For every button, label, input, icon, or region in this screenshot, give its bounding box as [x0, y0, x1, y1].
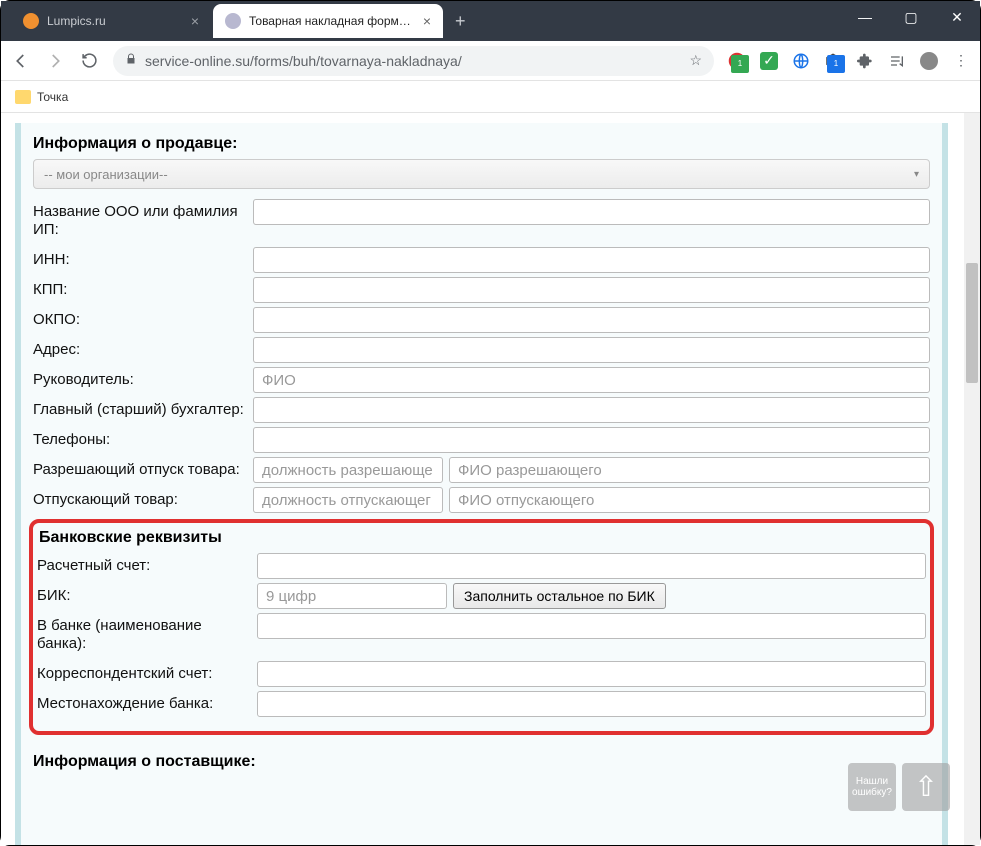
phones-label: Телефоны: — [33, 427, 253, 453]
window-minimize[interactable]: — — [842, 1, 888, 33]
inn-label: ИНН: — [33, 247, 253, 273]
releaser-pos-input[interactable] — [253, 487, 443, 513]
reading-list-icon[interactable] — [888, 52, 906, 70]
profile-avatar[interactable] — [920, 52, 938, 70]
name-input[interactable] — [253, 199, 930, 225]
scroll-thumb[interactable] — [966, 263, 978, 383]
tab-lumpics[interactable]: Lumpics.ru × — [11, 4, 211, 38]
ext-adblock-icon[interactable]: 1 — [728, 52, 746, 70]
window-close[interactable]: ✕ — [934, 1, 980, 33]
bank-name-label: В банке (наименование банка): — [37, 613, 257, 657]
url-bar[interactable]: service-online.su/forms/buh/tovarnaya-na… — [113, 46, 714, 76]
seller-heading: Информация о продавце: — [33, 135, 930, 153]
address-input[interactable] — [253, 337, 930, 363]
back-button[interactable] — [11, 51, 31, 71]
found-error-button[interactable]: Нашли ошибку? — [848, 763, 896, 811]
okpo-label: ОКПО: — [33, 307, 253, 333]
reload-button[interactable] — [79, 51, 99, 71]
chief-acc-input[interactable] — [253, 397, 930, 423]
inn-input[interactable] — [253, 247, 930, 273]
address-label: Адрес: — [33, 337, 253, 363]
head-label: Руководитель: — [33, 367, 253, 393]
tab-service-online[interactable]: Товарная накладная форма № × — [213, 4, 443, 38]
scrollbar[interactable] — [964, 113, 980, 845]
kpp-input[interactable] — [253, 277, 930, 303]
fill-by-bik-button[interactable]: Заполнить остальное по БИК — [453, 583, 666, 609]
bookmark-tochka[interactable]: Точка — [37, 90, 68, 104]
corr-input[interactable] — [257, 661, 926, 687]
release-auth-pos-input[interactable] — [253, 457, 443, 483]
favicon-lumpics — [23, 13, 39, 29]
corr-label: Корреспондентский счет: — [37, 661, 257, 687]
scroll-top-button[interactable]: ⇧ — [902, 763, 950, 811]
close-icon[interactable]: × — [423, 13, 431, 29]
release-auth-fio-input[interactable] — [449, 457, 930, 483]
menu-icon[interactable]: ⋮ — [952, 52, 970, 70]
bank-section-highlight: Банковские реквизиты Расчетный счет: БИК… — [29, 519, 934, 735]
kpp-label: КПП: — [33, 277, 253, 303]
head-input[interactable] — [253, 367, 930, 393]
favicon-service — [225, 13, 241, 29]
folder-icon — [15, 90, 31, 104]
phones-input[interactable] — [253, 427, 930, 453]
bank-loc-label: Местонахождение банка: — [37, 691, 257, 717]
okpo-input[interactable] — [253, 307, 930, 333]
ext-check-icon[interactable]: ✓ — [760, 52, 778, 70]
supplier-heading: Информация о поставщике: — [33, 753, 930, 771]
bank-name-input[interactable] — [257, 613, 926, 639]
account-input[interactable] — [257, 553, 926, 579]
close-icon[interactable]: × — [191, 13, 199, 29]
tab-title: Lumpics.ru — [47, 14, 185, 28]
new-tab-button[interactable]: + — [445, 4, 476, 38]
bik-input[interactable] — [257, 583, 447, 609]
tab-title: Товарная накладная форма № — [249, 14, 417, 28]
releaser-label: Отпускающий товар: — [33, 487, 253, 513]
forward-button[interactable] — [45, 51, 65, 71]
bank-loc-input[interactable] — [257, 691, 926, 717]
ext-cube-icon[interactable]: 1 — [824, 52, 842, 70]
releaser-fio-input[interactable] — [449, 487, 930, 513]
star-icon[interactable]: ☆ — [689, 52, 702, 69]
window-maximize[interactable]: ▢ — [888, 1, 934, 33]
chief-acc-label: Главный (старший) бухгалтер: — [33, 397, 253, 423]
name-label: Название ООО или фамилия ИП: — [33, 199, 253, 243]
bik-label: БИК: — [37, 583, 257, 609]
org-dropdown[interactable]: -- мои организации-- — [33, 159, 930, 189]
lock-icon — [125, 52, 137, 69]
extensions-icon[interactable] — [856, 52, 874, 70]
url-text: service-online.su/forms/buh/tovarnaya-na… — [145, 53, 681, 69]
bank-heading: Банковские реквизиты — [39, 529, 926, 547]
account-label: Расчетный счет: — [37, 553, 257, 579]
ext-globe-icon[interactable] — [792, 52, 810, 70]
release-auth-label: Разрешающий отпуск товара: — [33, 457, 253, 483]
